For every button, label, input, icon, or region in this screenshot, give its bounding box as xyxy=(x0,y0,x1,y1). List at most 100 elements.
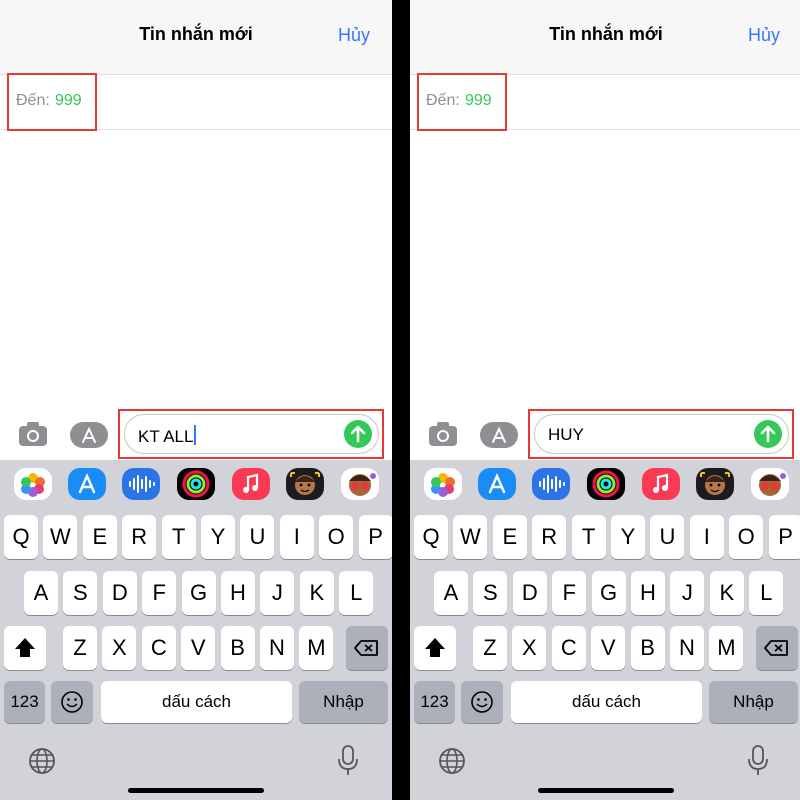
key-m[interactable]: M xyxy=(299,626,334,670)
shift-icon xyxy=(425,638,445,657)
memoji-stickers-icon[interactable] xyxy=(751,468,789,500)
numbers-key[interactable]: 123 xyxy=(4,681,45,723)
key-d[interactable]: D xyxy=(512,571,547,615)
memoji-icon[interactable] xyxy=(286,468,324,500)
cancel-button[interactable]: Hủy xyxy=(748,25,780,46)
globe-icon[interactable] xyxy=(437,746,467,776)
delete-key[interactable] xyxy=(756,626,798,670)
key-c-label: C xyxy=(150,635,167,660)
key-k[interactable]: K xyxy=(299,571,334,615)
memoji-stickers-icon[interactable] xyxy=(341,468,379,500)
emoji-key[interactable] xyxy=(461,681,503,723)
key-u[interactable]: U xyxy=(240,515,275,559)
key-e[interactable]: E xyxy=(492,515,527,559)
key-f[interactable]: F xyxy=(142,571,177,615)
key-e-label: E xyxy=(502,524,518,549)
key-o[interactable]: O xyxy=(729,515,764,559)
key-z[interactable]: Z xyxy=(473,626,507,670)
cancel-button[interactable]: Hủy xyxy=(338,25,370,46)
keyboard: Q W E R T Y U I O P A S D F G H J K L Z X C V B N M 123 dấu cách Nhậ… xyxy=(0,460,392,800)
key-j[interactable]: J xyxy=(670,571,705,615)
imessage-app-strip xyxy=(0,460,392,508)
key-v-label: V xyxy=(190,635,206,660)
key-h[interactable]: H xyxy=(221,571,255,615)
key-o-label: O xyxy=(327,524,345,549)
app-store-icon[interactable] xyxy=(478,468,516,500)
shift-key[interactable] xyxy=(414,626,456,670)
return-key[interactable]: Nhập xyxy=(709,681,798,723)
key-s[interactable]: S xyxy=(63,571,98,615)
key-x[interactable]: X xyxy=(512,626,547,670)
key-p[interactable]: P xyxy=(358,515,392,559)
key-a[interactable]: A xyxy=(24,571,58,615)
key-e[interactable]: E xyxy=(82,515,117,559)
photos-icon[interactable] xyxy=(424,468,462,500)
key-d[interactable]: D xyxy=(102,571,137,615)
key-w[interactable]: W xyxy=(43,515,78,559)
key-m[interactable]: M xyxy=(709,626,744,670)
key-t[interactable]: T xyxy=(571,515,606,559)
key-l[interactable]: L xyxy=(749,571,784,615)
space-key-label: dấu cách xyxy=(572,692,641,711)
key-y[interactable]: Y xyxy=(611,515,645,559)
shift-key[interactable] xyxy=(4,626,46,670)
memoji-icon[interactable] xyxy=(696,468,734,500)
key-o[interactable]: O xyxy=(319,515,354,559)
audio-message-icon[interactable] xyxy=(532,468,570,500)
key-g[interactable]: G xyxy=(181,571,216,615)
key-y[interactable]: Y xyxy=(201,515,235,559)
key-w[interactable]: W xyxy=(453,515,488,559)
apps-button[interactable] xyxy=(70,422,108,448)
key-q[interactable]: Q xyxy=(4,515,38,559)
space-key[interactable]: dấu cách xyxy=(101,681,292,723)
key-c[interactable]: C xyxy=(141,626,176,670)
key-x[interactable]: X xyxy=(102,626,137,670)
key-b[interactable]: B xyxy=(220,626,255,670)
key-p[interactable]: P xyxy=(768,515,800,559)
key-q[interactable]: Q xyxy=(414,515,448,559)
key-j-label: J xyxy=(271,580,283,605)
key-v-label: V xyxy=(600,635,616,660)
key-t[interactable]: T xyxy=(161,515,196,559)
key-z[interactable]: Z xyxy=(63,626,97,670)
key-v[interactable]: V xyxy=(181,626,216,670)
microphone-icon[interactable] xyxy=(746,744,770,778)
key-a[interactable]: A xyxy=(434,571,468,615)
key-i[interactable]: I xyxy=(689,515,724,559)
space-key[interactable]: dấu cách xyxy=(511,681,702,723)
key-g[interactable]: G xyxy=(591,571,626,615)
key-f[interactable]: F xyxy=(552,571,587,615)
app-store-icon[interactable] xyxy=(68,468,106,500)
camera-icon[interactable] xyxy=(428,421,458,447)
key-r[interactable]: R xyxy=(122,515,157,559)
key-b[interactable]: B xyxy=(630,626,665,670)
audio-message-icon[interactable] xyxy=(122,468,160,500)
emoji-key[interactable] xyxy=(51,681,93,723)
key-n[interactable]: N xyxy=(260,626,294,670)
numbers-key[interactable]: 123 xyxy=(414,681,455,723)
photos-icon[interactable] xyxy=(14,468,52,500)
apps-button[interactable] xyxy=(480,422,518,448)
delete-key[interactable] xyxy=(346,626,388,670)
key-j[interactable]: J xyxy=(260,571,295,615)
key-c[interactable]: C xyxy=(551,626,586,670)
music-icon[interactable] xyxy=(232,468,270,500)
backspace-icon xyxy=(354,640,378,656)
key-x-label: X xyxy=(522,635,537,660)
key-n[interactable]: N xyxy=(670,626,704,670)
activity-icon[interactable] xyxy=(177,468,215,500)
key-s[interactable]: S xyxy=(473,571,508,615)
return-key[interactable]: Nhập xyxy=(299,681,388,723)
key-i[interactable]: I xyxy=(279,515,314,559)
key-v[interactable]: V xyxy=(591,626,626,670)
key-h[interactable]: H xyxy=(631,571,665,615)
globe-icon[interactable] xyxy=(27,746,57,776)
key-u[interactable]: U xyxy=(650,515,685,559)
key-r[interactable]: R xyxy=(532,515,567,559)
camera-icon[interactable] xyxy=(18,421,48,447)
microphone-icon[interactable] xyxy=(336,744,360,778)
music-icon[interactable] xyxy=(642,468,680,500)
key-l[interactable]: L xyxy=(339,571,374,615)
activity-icon[interactable] xyxy=(587,468,625,500)
key-k[interactable]: K xyxy=(709,571,744,615)
